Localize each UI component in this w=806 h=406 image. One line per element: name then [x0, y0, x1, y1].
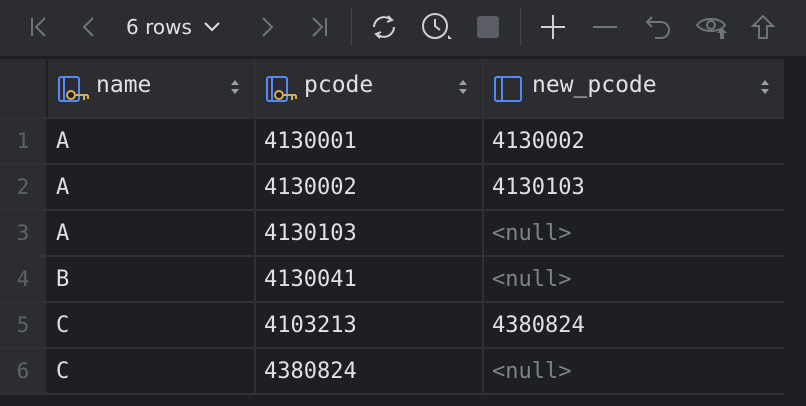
grid-line	[0, 301, 784, 303]
add-row-icon	[541, 15, 565, 39]
cell-pcode[interactable]: 4130041	[256, 257, 482, 301]
grid-line	[0, 163, 784, 165]
key-column-icon	[58, 76, 89, 102]
revert-button[interactable]	[640, 8, 676, 46]
preview-changes-icon	[695, 18, 727, 39]
row-number[interactable]: 1	[0, 119, 46, 163]
cell-new-pcode[interactable]: <null>	[484, 257, 784, 301]
delete-row-icon	[593, 26, 617, 28]
row-number[interactable]: 2	[0, 165, 46, 209]
column-header-new-pcode[interactable]: new_pcode	[484, 59, 784, 117]
row-count-label: 6 rows	[126, 15, 192, 39]
cell-pcode[interactable]: 4130002	[256, 165, 482, 209]
grid-line	[482, 59, 484, 393]
grid-line	[0, 255, 784, 257]
revert-icon	[645, 16, 670, 39]
chevron-down-icon	[204, 22, 220, 32]
cell-new-pcode[interactable]: 4130002	[484, 119, 784, 163]
toolbar-separator	[351, 8, 352, 46]
cell-name[interactable]: A	[48, 119, 254, 163]
submit-button[interactable]	[746, 8, 780, 46]
row-number[interactable]: 4	[0, 257, 46, 301]
grid-right-gutter	[784, 59, 806, 393]
previous-page-button[interactable]	[74, 8, 104, 46]
cell-pcode[interactable]: 4103213	[256, 303, 482, 347]
cell-name[interactable]: C	[48, 303, 254, 347]
row-count-dropdown[interactable]: 6 rows	[126, 8, 220, 46]
column-header-pcode[interactable]: pcode	[256, 59, 482, 117]
cell-new-pcode[interactable]: <null>	[484, 349, 784, 393]
delete-row-button[interactable]	[588, 8, 622, 46]
column-header-name[interactable]: name	[48, 59, 254, 117]
submit-icon	[750, 14, 776, 39]
cell-new-pcode[interactable]: <null>	[484, 211, 784, 255]
row-number[interactable]: 3	[0, 211, 46, 255]
history-button[interactable]	[418, 8, 456, 46]
next-page-button[interactable]	[252, 8, 282, 46]
cell-pcode[interactable]: 4130001	[256, 119, 482, 163]
row-number[interactable]: 5	[0, 303, 46, 347]
cell-new-pcode[interactable]: 4130103	[484, 165, 784, 209]
cell-pcode[interactable]: 4130103	[256, 211, 482, 255]
next-page-icon	[262, 17, 274, 37]
sort-arrows-icon[interactable]	[760, 79, 770, 95]
reload-icon	[373, 15, 395, 39]
row-number[interactable]: 6	[0, 349, 46, 393]
result-toolbar: 6 rows	[0, 0, 806, 56]
cell-name[interactable]: C	[48, 349, 254, 393]
grid-line	[46, 59, 48, 393]
first-page-icon	[31, 17, 46, 37]
previous-page-icon	[82, 17, 94, 37]
row-number-header	[0, 59, 46, 117]
cell-pcode[interactable]: 4380824	[256, 349, 482, 393]
grid-line	[0, 347, 784, 349]
sort-arrows-icon[interactable]	[458, 79, 468, 95]
grid-line	[0, 393, 784, 395]
grid-line	[0, 209, 784, 211]
history-icon	[422, 13, 452, 39]
cell-new-pcode[interactable]: 4380824	[484, 303, 784, 347]
grid-line	[0, 117, 784, 119]
last-page-button[interactable]	[302, 8, 336, 46]
stop-icon	[477, 16, 499, 38]
toolbar-separator	[520, 8, 521, 46]
column-header-label: new_pcode	[532, 72, 657, 98]
add-row-button[interactable]	[536, 8, 570, 46]
cell-name[interactable]: B	[48, 257, 254, 301]
last-page-icon	[312, 17, 327, 37]
grid-line	[254, 59, 256, 393]
preview-changes-button[interactable]	[692, 8, 732, 46]
column-header-label: name	[96, 72, 152, 98]
first-page-button[interactable]	[22, 8, 56, 46]
key-column-icon	[266, 76, 297, 102]
cell-name[interactable]: A	[48, 211, 254, 255]
sort-arrows-icon[interactable]	[230, 79, 240, 95]
reload-button[interactable]	[366, 8, 402, 46]
stop-button[interactable]	[472, 8, 504, 46]
column-icon	[494, 76, 522, 102]
cell-name[interactable]: A	[48, 165, 254, 209]
column-header-label: pcode	[304, 72, 374, 98]
